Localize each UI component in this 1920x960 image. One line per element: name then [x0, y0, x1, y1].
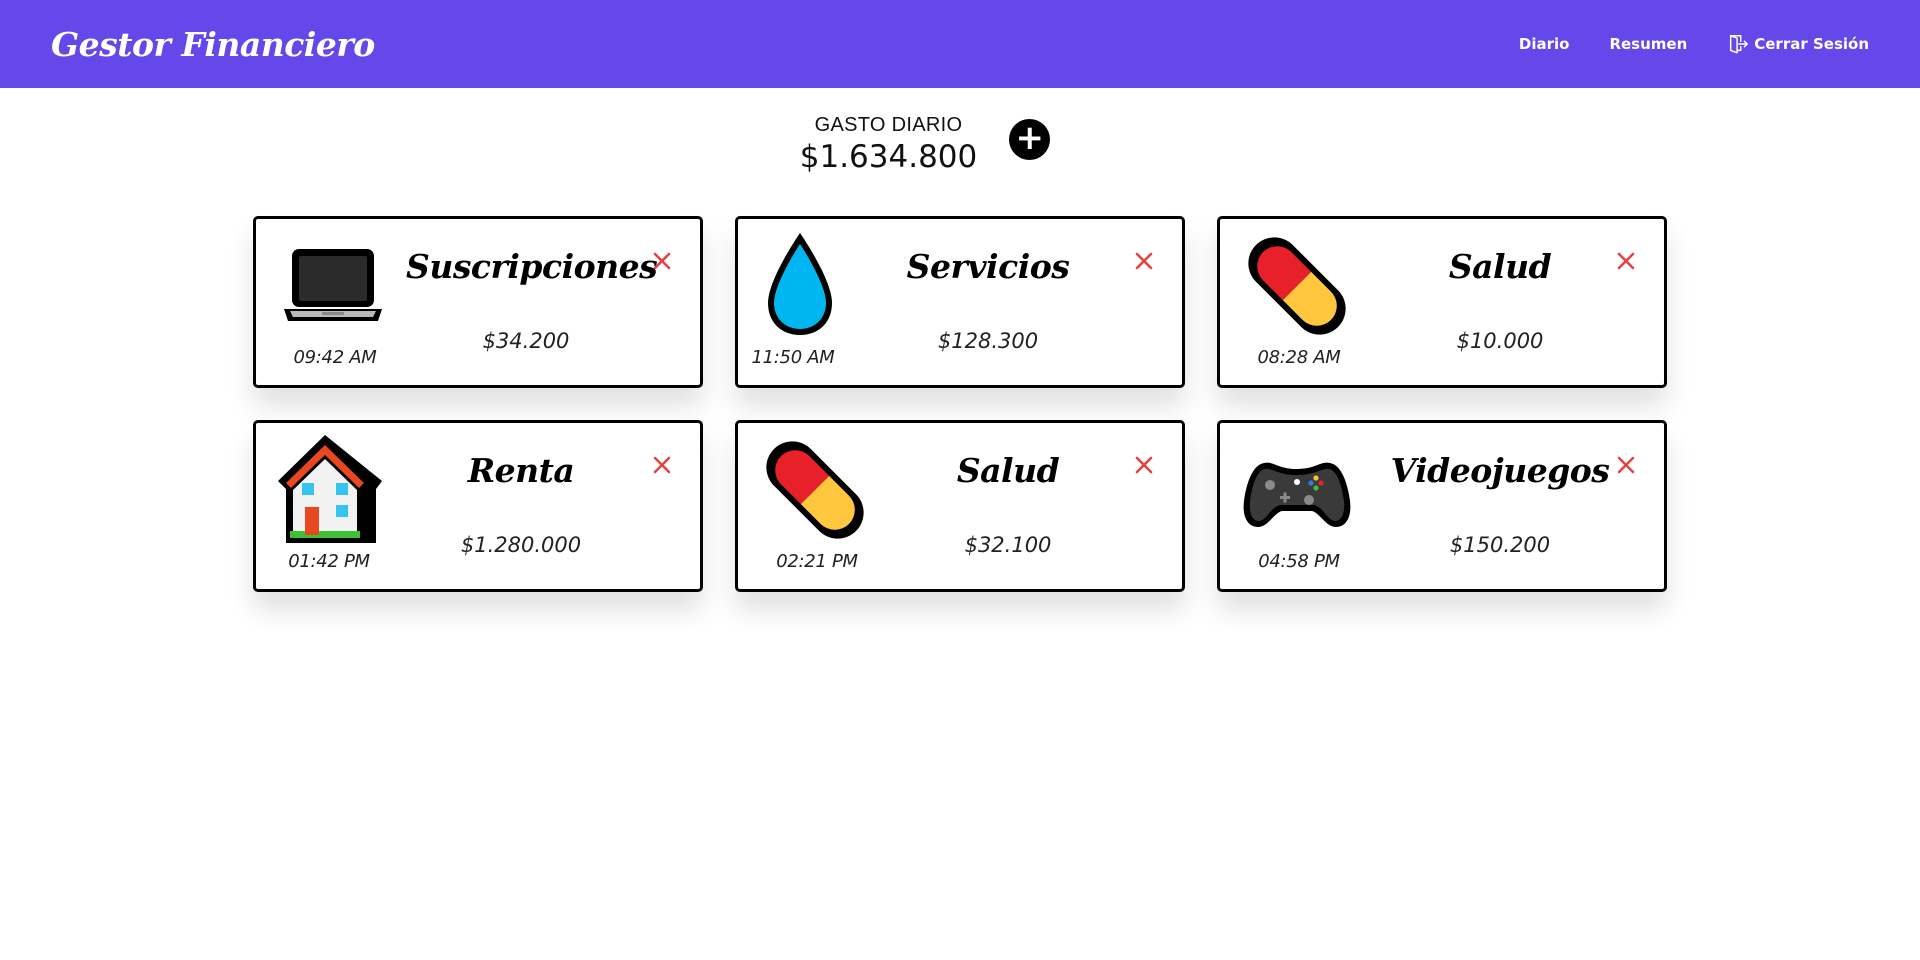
expense-amount: $34.200 [482, 329, 570, 353]
laptop-icon [284, 249, 382, 321]
expense-category: Videojuegos [1390, 451, 1610, 490]
daily-summary: GASTO DIARIO $1.634.800 + [0, 114, 1920, 175]
expense-card: 11:50 AM Servicios $128.300 [735, 216, 1185, 388]
expense-time: 02:21 PM [776, 551, 858, 572]
expense-card: 02:21 PM Salud $32.100 [735, 420, 1185, 592]
nav-link-diario[interactable]: Diario [1519, 35, 1570, 53]
logout-link[interactable]: Cerrar Sesión [1727, 33, 1869, 55]
house-icon [278, 435, 382, 543]
delete-expense-button[interactable] [1614, 453, 1638, 477]
expense-time: 01:42 PM [288, 551, 370, 572]
plus-circle-icon: + [1015, 118, 1045, 158]
pill-icon [1248, 237, 1346, 335]
expense-time: 08:28 AM [1257, 347, 1341, 368]
delete-expense-button[interactable] [1132, 453, 1156, 477]
expense-grid: 09:42 AM Suscripciones $34.200 11:50 AM … [253, 216, 1667, 592]
delete-expense-button[interactable] [650, 249, 674, 273]
expense-card: 01:42 PM Renta $1.280.000 [253, 420, 703, 592]
water-drop-icon [768, 233, 832, 335]
pill-icon [766, 441, 864, 539]
expense-card: 08:28 AM Salud $10.000 [1217, 216, 1667, 388]
expense-card: 09:42 AM Suscripciones $34.200 [253, 216, 703, 388]
gamepad-icon [1243, 462, 1351, 527]
top-navbar: Gestor Financiero Diario Resumen Cerrar … [0, 0, 1920, 88]
nav-link-resumen[interactable]: Resumen [1609, 35, 1687, 53]
expense-time: 09:42 AM [293, 347, 377, 368]
logout-label: Cerrar Sesión [1754, 35, 1869, 53]
expense-amount: $128.300 [937, 329, 1039, 353]
delete-expense-button[interactable] [1132, 249, 1156, 273]
daily-spend-total: $1.634.800 [799, 139, 978, 175]
expense-category: Salud [1448, 247, 1552, 286]
add-expense-button[interactable]: + [1009, 118, 1051, 160]
expense-category: Salud [956, 451, 1060, 490]
expense-time: 11:50 AM [751, 347, 835, 368]
logout-icon [1730, 35, 1749, 54]
expense-card: 04:58 PM Videojuegos $150.200 [1217, 420, 1667, 592]
expense-amount: $150.200 [1449, 533, 1551, 557]
app-brand[interactable]: Gestor Financiero [51, 25, 375, 64]
daily-spend-label: GASTO DIARIO [814, 114, 963, 136]
delete-expense-button[interactable] [650, 453, 674, 477]
expense-amount: $1.280.000 [460, 533, 582, 557]
expense-category: Renta [467, 451, 575, 490]
delete-expense-button[interactable] [1614, 249, 1638, 273]
expense-category: Suscripciones [406, 247, 658, 286]
main-nav: Diario Resumen Cerrar Sesión [1479, 33, 1869, 55]
expense-category: Servicios [906, 247, 1070, 286]
expense-time: 04:58 PM [1258, 551, 1340, 572]
expense-amount: $10.000 [1456, 329, 1544, 353]
expense-amount: $32.100 [964, 533, 1052, 557]
